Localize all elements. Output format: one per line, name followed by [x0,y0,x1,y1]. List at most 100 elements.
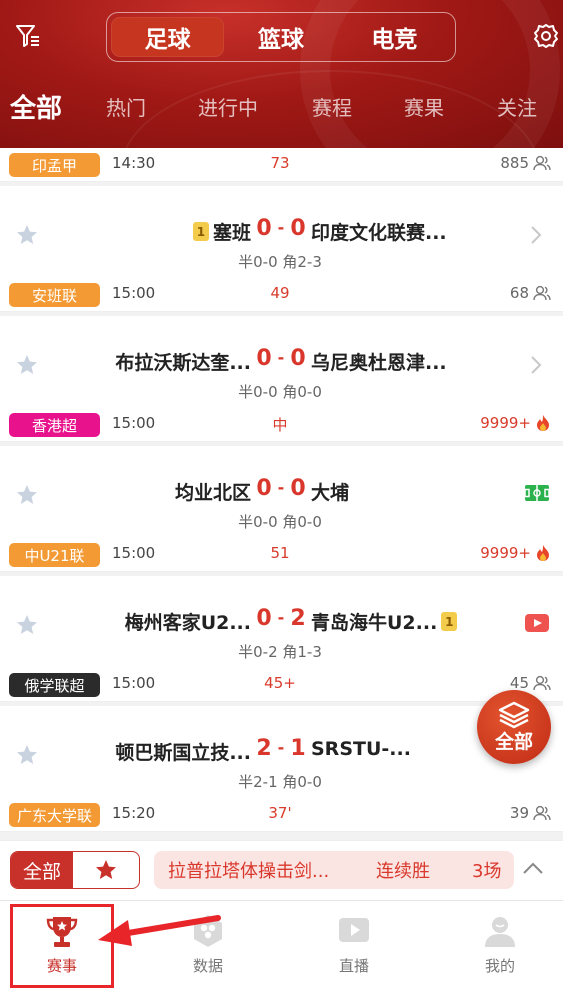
favorite-star-icon[interactable] [15,353,39,377]
league-badge[interactable]: 印孟甲 [9,153,100,177]
viewer-count: 885 [500,154,551,172]
match-time: 15:00 [112,674,156,692]
away-team-name: 乌尼奥杜恩津... [311,352,447,374]
profile-icon [485,917,515,947]
play-icon [339,918,369,942]
all-floating-button[interactable]: 全部 [477,690,551,764]
match-row[interactable]: 布拉沃斯达奎... 0-0 乌尼奥杜恩津... 半0-0 角0-0 [0,316,563,408]
tab-follow[interactable]: 关注 [497,92,537,121]
viewer-count-value: 9999+ [480,414,531,432]
fire-icon [537,415,549,431]
score-dash: - [277,478,285,497]
match-time: 15:00 [112,414,156,432]
tab-schedule[interactable]: 赛程 [312,92,352,121]
streak-count: 3场 [472,861,502,882]
tab-live[interactable]: 进行中 [198,92,258,121]
tabbar-item-live[interactable]: 直播 [304,913,404,976]
score: 0-0 [253,346,309,371]
gear-icon[interactable] [532,22,560,50]
home-team: 1 塞班 [192,218,251,245]
match-minute: 45+ [264,674,296,692]
match-header-row[interactable]: 中U21联 15:00 51 9999+ [0,538,563,572]
tab-basketball[interactable]: 篮球 [224,17,337,57]
users-icon [533,285,551,301]
chevron-right-icon[interactable] [528,224,544,246]
tab-hot[interactable]: 热门 [106,92,146,121]
favorite-star-icon[interactable] [15,613,39,637]
favorite-star-icon[interactable] [15,483,39,507]
league-badge[interactable]: 香港超 [9,413,100,437]
streak-label: 连续胜 [376,861,430,882]
tab-football[interactable]: 足球 [111,17,225,57]
all-star-toggle: 全部 [10,851,140,889]
viewer-count-value: 885 [500,154,529,172]
yellow-card-badge: 1 [441,612,458,631]
score-dash: - [277,348,285,367]
tab-results[interactable]: 赛果 [404,92,444,121]
match-minute: 中 [272,416,288,434]
viewer-count-value: 9999+ [480,544,531,562]
away-team-name: 大埔 [311,482,350,504]
home-team-name: 均业北区 [174,482,251,504]
league-badge[interactable]: 中U21联 [9,543,100,567]
home-score: 0 [256,476,272,501]
filter-favorites-button[interactable] [73,852,139,888]
away-score: 1 [290,736,306,761]
match-time: 15:00 [112,284,156,302]
filter-icon[interactable] [14,22,42,50]
pitch-icon[interactable] [524,482,550,504]
match-time: 15:00 [112,544,156,562]
away-score: 0 [290,476,306,501]
score: 2-1 [253,736,309,761]
home-score: 0 [256,216,272,241]
league-badge[interactable]: 广东大学联 [9,803,100,827]
favorite-star-icon[interactable] [15,223,39,247]
viewer-count: 9999+ [480,544,551,562]
match-row[interactable]: 1 塞班 0-0 印度文化联赛... 半0-0 角2-3 [0,186,563,278]
sub-tabs: 全部 热门 进行中 赛程 赛果 关注 [0,82,563,132]
match-header-row[interactable]: 印孟甲 14:30 73 885 [0,148,563,182]
chevron-up-icon[interactable] [522,861,544,875]
streak-team: 拉普拉塔体操击剑... [168,861,330,882]
tabbar-item-mine[interactable]: 我的 [450,913,550,976]
half-corner-stats: 半2-1 角0-0 [238,773,322,791]
half-corner-stats: 半0-0 角0-0 [238,383,322,401]
away-team: 大埔 [311,478,349,505]
home-score: 2 [256,736,272,761]
match-header-row[interactable]: 安班联 15:00 49 68 [0,278,563,312]
filter-all-button[interactable]: 全部 [11,852,73,888]
arrow-annotation [98,915,221,946]
users-icon [533,675,551,691]
away-team-name: 青岛海牛U2... [311,612,438,634]
favorite-star-icon[interactable] [15,743,39,767]
home-team-name: 顿巴斯国立技... [115,742,251,764]
match-header-row[interactable]: 广东大学联 15:20 37' 39 [0,798,563,832]
tabbar-label: 直播 [338,957,369,975]
home-score: 0 [256,346,272,371]
match-minute: 37' [268,804,292,822]
layers-icon [498,701,530,728]
away-team-name: SRSTU-... [311,738,411,760]
tab-all[interactable]: 全部 [10,88,62,125]
match-time: 14:30 [112,154,156,172]
sport-switcher: 足球 篮球 电竞 [106,12,456,62]
home-team-name: 塞班 [212,222,251,244]
match-header-row[interactable]: 香港超 15:00 中 9999+ [0,408,563,442]
tab-esports[interactable]: 电竞 [338,17,451,57]
league-badge[interactable]: 安班联 [9,283,100,307]
home-score: 0 [256,606,272,631]
match-row[interactable]: 均业北区 0-0 大埔 半0-0 角0-0 [0,446,563,538]
match-header-row[interactable]: 俄学联超 15:00 45+ 45 [0,668,563,702]
score: 0-2 [253,606,309,631]
away-team: SRSTU-... [311,738,411,760]
streak-banner[interactable]: 拉普拉塔体操击剑... 连续胜 3场 [154,851,514,889]
match-row[interactable]: 梅州客家U2... 0-2 青岛海牛U2... 1 半0-2 角1-3 [0,576,563,668]
league-badge[interactable]: 俄学联超 [9,673,100,697]
yellow-card-badge: 1 [192,222,209,241]
video-icon[interactable] [524,612,550,634]
match-time: 15:20 [112,804,156,822]
header: 足球 篮球 电竞 全部 热门 进行中 赛程 赛果 关注 [0,0,563,148]
home-team: 均业北区 [175,478,251,505]
half-corner-stats: 半0-0 角0-0 [238,513,322,531]
chevron-right-icon[interactable] [528,354,544,376]
